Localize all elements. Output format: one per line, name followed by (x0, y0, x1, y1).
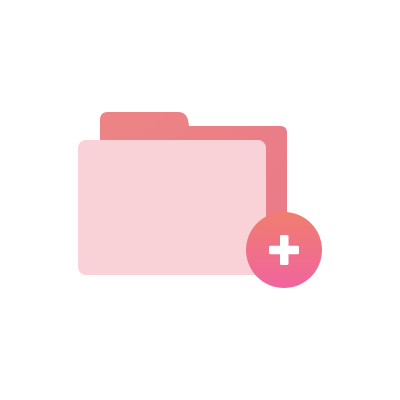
add-folder-button[interactable] (246, 212, 322, 288)
illustration-stage (0, 0, 400, 400)
folder-front (78, 140, 266, 275)
add-folder-illustration (78, 112, 322, 288)
